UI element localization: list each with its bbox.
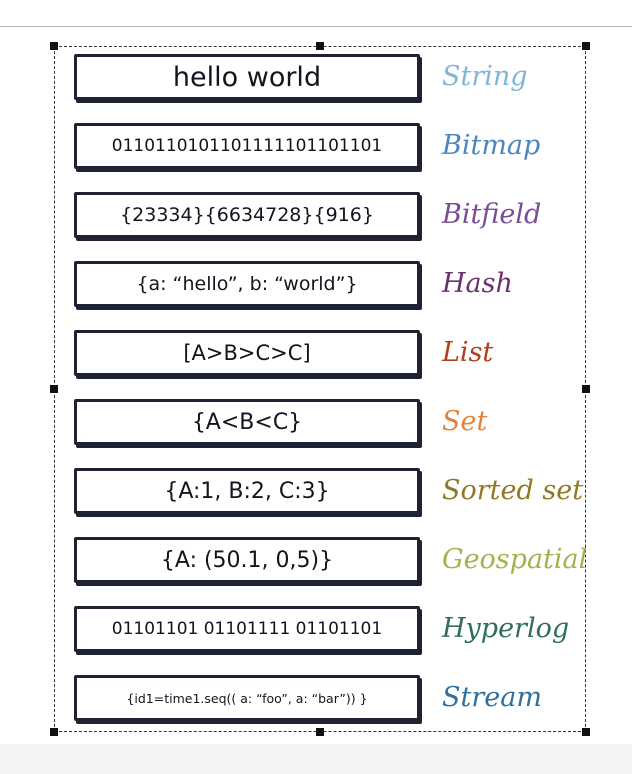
- row-bitfield: {23334}{6634728}{916} Bitfield: [74, 192, 594, 240]
- resize-handle-top-left[interactable]: [50, 42, 58, 50]
- row-bitmap: 0110110101101111101101101 Bitmap: [74, 123, 594, 171]
- type-label-list: List: [442, 337, 494, 368]
- value-box-bitfield: {23334}{6634728}{916}: [74, 192, 420, 238]
- row-set: {A<B<C} Set: [74, 399, 594, 447]
- resize-handle-bottom-right[interactable]: [582, 728, 590, 736]
- type-label-geospatial: Geospatial: [442, 544, 588, 575]
- top-divider: [0, 26, 632, 27]
- type-label-string: String: [442, 61, 528, 92]
- value-box-string: hello world: [74, 54, 420, 100]
- value-box-geospatial: {A: (50.1, 0,5)}: [74, 537, 420, 583]
- value-box-list: [A>B>C>C]: [74, 330, 420, 376]
- resize-handle-top-center[interactable]: [316, 42, 324, 50]
- type-label-bitmap: Bitmap: [442, 130, 541, 161]
- value-box-hyperlog: 01101101 01101111 01101101: [74, 606, 420, 652]
- row-string: hello world String: [74, 54, 594, 102]
- resize-handle-middle-left[interactable]: [50, 385, 58, 393]
- type-label-bitfield: Bitfield: [442, 199, 542, 230]
- row-hash: {a: “hello”, b: “world”} Hash: [74, 261, 594, 309]
- resize-handle-bottom-left[interactable]: [50, 728, 58, 736]
- type-label-hash: Hash: [442, 268, 513, 299]
- value-box-set: {A<B<C}: [74, 399, 420, 445]
- bottom-toolbar-area: [0, 744, 632, 774]
- value-box-stream: {id1=time1.seq(( a: “foo”, a: “bar”)) }: [74, 675, 420, 721]
- resize-handle-bottom-center[interactable]: [316, 728, 324, 736]
- type-label-sorted-set: Sorted set: [442, 475, 584, 506]
- value-box-bitmap: 0110110101101111101101101: [74, 123, 420, 169]
- value-box-hash: {a: “hello”, b: “world”}: [74, 261, 420, 307]
- type-label-set: Set: [442, 406, 488, 437]
- row-list: [A>B>C>C] List: [74, 330, 594, 378]
- row-sorted-set: {A:1, B:2, C:3} Sorted set: [74, 468, 594, 516]
- row-hyperlog: 01101101 01101111 01101101 Hyperlog: [74, 606, 594, 654]
- value-box-sorted-set: {A:1, B:2, C:3}: [74, 468, 420, 514]
- row-geospatial: {A: (50.1, 0,5)} Geospatial: [74, 537, 594, 585]
- type-label-stream: Stream: [442, 682, 542, 713]
- type-label-hyperlog: Hyperlog: [442, 613, 570, 644]
- row-stream: {id1=time1.seq(( a: “foo”, a: “bar”)) } …: [74, 675, 594, 723]
- resize-handle-middle-right[interactable]: [582, 385, 590, 393]
- resize-handle-top-right[interactable]: [582, 42, 590, 50]
